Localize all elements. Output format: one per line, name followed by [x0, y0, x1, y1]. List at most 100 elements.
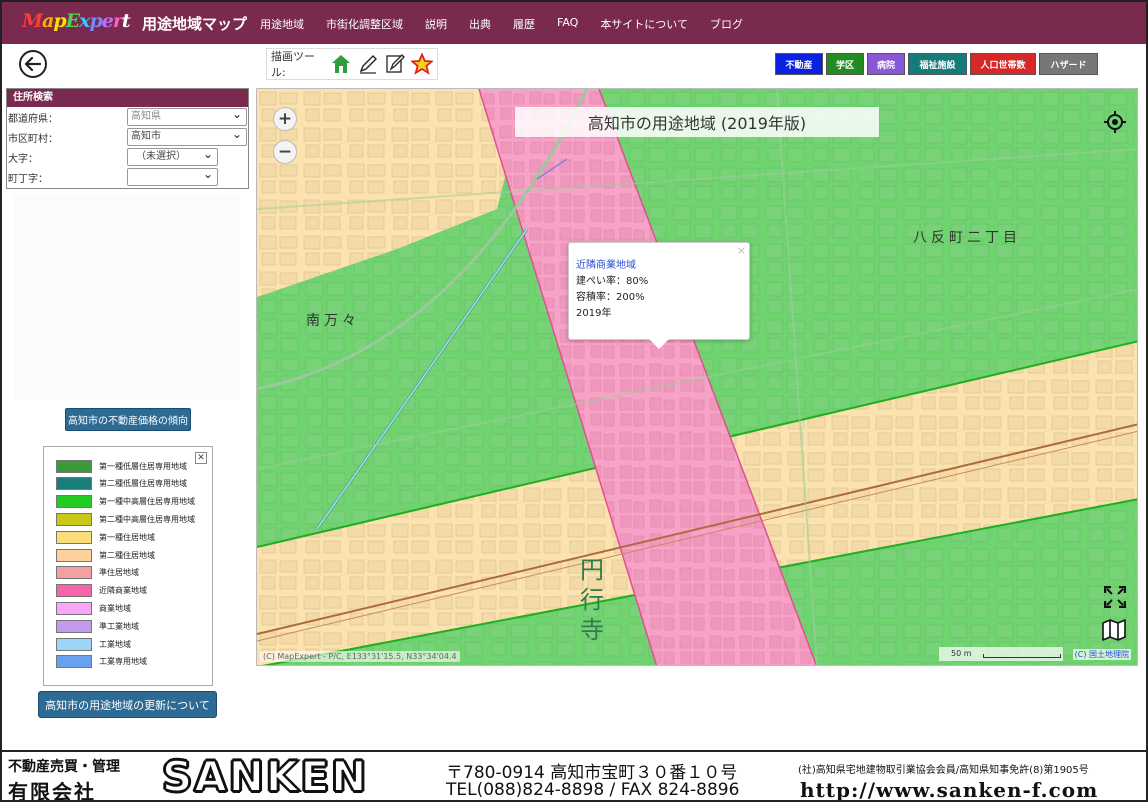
nav-rireki[interactable]: 履歴 — [513, 16, 535, 32]
chome-label: 町丁字： — [8, 174, 48, 185]
price-trend-button[interactable]: 高知市の不動産価格の傾向 — [65, 408, 191, 431]
logo[interactable]: MapExpert — [22, 10, 131, 32]
page-frame: MapExpert 用途地域マップ 用途地域 市街化調整区域 説明 出典 履歴 … — [0, 0, 1148, 802]
category-button-byoin[interactable]: 病院 — [867, 53, 905, 75]
popup-floor-area-ratio: 容積率：200% — [576, 292, 645, 303]
legend-label: 第二種中高層住居専用地域 — [99, 514, 195, 524]
legend-panel: ✕ 第一種低層住居専用地域第二種低層住居専用地域 第一種中高層住居専用地域 第二種中… — [43, 446, 213, 686]
legend-item: 近隣商業地域 — [56, 584, 147, 598]
legend-item: 準住居地域 — [56, 566, 139, 580]
legend-item: 準工業地域 — [56, 619, 139, 633]
legend-label: 近隣商業地域 — [99, 586, 147, 596]
legend-label: 工業地域 — [99, 639, 131, 649]
oaza-label: 大字： — [8, 154, 38, 165]
nav-blog[interactable]: ブログ — [710, 16, 743, 32]
scale-bar — [983, 654, 1061, 658]
top-navbar: MapExpert 用途地域マップ 用途地域 市街化調整区域 説明 出典 履歴 … — [2, 2, 1146, 44]
legend-swatch — [56, 637, 92, 651]
popup-zone-name[interactable]: 近隣商業地域 — [576, 258, 749, 274]
legend-item: 商業地域 — [56, 601, 131, 615]
legend-item: 第一種住居地域 — [56, 530, 155, 544]
nav-yoto-chiiki[interactable]: 用途地域 — [260, 16, 304, 32]
legend-label: 第一種住居地域 — [99, 532, 155, 542]
category-buttons: 不動産 学区 病院 福祉施設 人口世帯数 ハザード — [775, 53, 1098, 75]
banner-association: (社)高知県宅地建物取引業協会会員/高知県知事免許(8)第1905号 — [798, 765, 1089, 776]
banner-url[interactable]: http://www.sanken-f.com — [800, 778, 1098, 800]
city-select[interactable]: 高知市 — [127, 126, 247, 146]
map-attribution: (C) MapExpert - P/C, E133°31'15.5, N33°3… — [260, 651, 460, 662]
legend-item: 第一種中高層住居専用地域 — [56, 495, 195, 509]
category-button-fukushi[interactable]: 福祉施設 — [908, 53, 967, 75]
place-name-yasumachi: 八反町二丁目 — [913, 230, 1021, 246]
banner-brand: SANKEN — [161, 752, 369, 801]
map-layers-icon[interactable] — [1102, 619, 1126, 641]
map-view[interactable]: 高知市の用途地域 (2019年版) + − 八反町二丁目 南万々 円行寺 × 近… — [256, 88, 1138, 666]
legend-close-icon[interactable]: ✕ — [195, 452, 207, 464]
legend-swatch — [56, 477, 92, 491]
address-search-title: 住所検索 — [7, 89, 248, 107]
zone-info-popup: × 近隣商業地域 建ぺい率：80% 容積率：200% 2019年 — [568, 242, 750, 349]
legend-swatch — [56, 548, 92, 562]
prefecture-label: 都道府県： — [8, 114, 58, 125]
back-arrow-icon[interactable] — [19, 50, 47, 78]
legend-swatch — [56, 601, 92, 615]
locate-icon[interactable] — [1104, 111, 1126, 133]
legend-label: 商業地域 — [99, 603, 131, 613]
legend-item: 工業地域 — [56, 637, 131, 651]
draw-toolbar: 描画ツール: — [266, 48, 438, 80]
legend-swatch — [56, 530, 92, 544]
nav-about[interactable]: 本サイトについて — [600, 16, 688, 32]
legend-swatch — [56, 495, 92, 509]
pencil-icon[interactable] — [356, 51, 380, 77]
draw-tools-label: 描画ツール: — [271, 50, 315, 79]
prefecture-select[interactable]: 高知県 — [127, 106, 247, 126]
category-button-fudosan[interactable]: 不動産 — [775, 53, 823, 75]
scale-label: 50 m — [951, 649, 972, 658]
legend-item: 第一種低層住居専用地域 — [56, 459, 187, 473]
banner-tel: TEL(088)824-8898 / FAX 824-8896 — [446, 780, 740, 800]
legend-swatch — [56, 655, 92, 669]
legend-label: 第二種低層住居専用地域 — [99, 479, 187, 489]
legend-label: 工業専用地域 — [99, 657, 147, 667]
banner-tagline: 不動産売買・管理 — [8, 759, 120, 775]
legend-item: 第二種中高層住居専用地域 — [56, 512, 195, 526]
category-button-hazard[interactable]: ハザード — [1039, 53, 1098, 75]
map-title: 高知市の用途地域 (2019年版) — [515, 107, 879, 137]
oaza-select[interactable]: （未選択） — [127, 146, 218, 166]
chome-select[interactable] — [127, 166, 218, 186]
legend-label: 準住居地域 — [99, 568, 139, 578]
legend-label: 第二種住居地域 — [99, 550, 155, 560]
fullscreen-icon[interactable] — [1103, 585, 1127, 609]
note-edit-icon[interactable] — [383, 51, 407, 77]
update-info-button[interactable]: 高知市の用途地域の更新について — [38, 691, 217, 718]
home-marker-icon[interactable] — [329, 51, 353, 77]
legend-swatch — [56, 459, 92, 473]
legend-swatch — [56, 584, 92, 598]
address-search-panel: 住所検索 都道府県： 高知県 市区町村： 高知市 大字： （未選択） 町丁字： — [6, 88, 249, 189]
place-name-minami: 南万々 — [306, 313, 360, 329]
gsi-credit-link[interactable]: (C) 国土地理院 — [1072, 649, 1131, 660]
nav-setsumei[interactable]: 説明 — [425, 16, 447, 32]
popup-year: 2019年 — [576, 308, 612, 319]
category-button-gakku[interactable]: 学区 — [826, 53, 864, 75]
legend-label: 準工業地域 — [99, 621, 139, 631]
nav-faq[interactable]: FAQ — [557, 16, 578, 32]
legend-label: 第一種中高層住居専用地域 — [99, 497, 195, 507]
popup-close-icon[interactable]: × — [737, 243, 746, 259]
app-title[interactable]: 用途地域マップ — [142, 13, 247, 34]
legend-item: 第二種低層住居専用地域 — [56, 477, 187, 491]
map-scale: 50 m — [939, 647, 1063, 661]
nav-shutten[interactable]: 出典 — [469, 16, 491, 32]
banner-company-type: 有限会社 — [8, 780, 96, 802]
legend-swatch — [56, 566, 92, 580]
category-button-jinko[interactable]: 人口世帯数 — [970, 53, 1036, 75]
zoom-out-button[interactable]: − — [273, 140, 297, 164]
company-banner: 不動産売買・管理 有限会社 SANKEN 〒780-0914 高知市宝町３０番１… — [2, 750, 1146, 802]
nav-shigaika[interactable]: 市街化調整区域 — [326, 16, 403, 32]
map-canvas[interactable] — [257, 89, 1138, 666]
star-icon[interactable] — [410, 51, 434, 77]
legend-swatch — [56, 619, 92, 633]
city-label: 市区町村： — [8, 134, 58, 145]
zoom-in-button[interactable]: + — [273, 107, 297, 131]
main-nav: 用途地域 市街化調整区域 説明 出典 履歴 FAQ 本サイトについて ブログ — [260, 16, 765, 32]
